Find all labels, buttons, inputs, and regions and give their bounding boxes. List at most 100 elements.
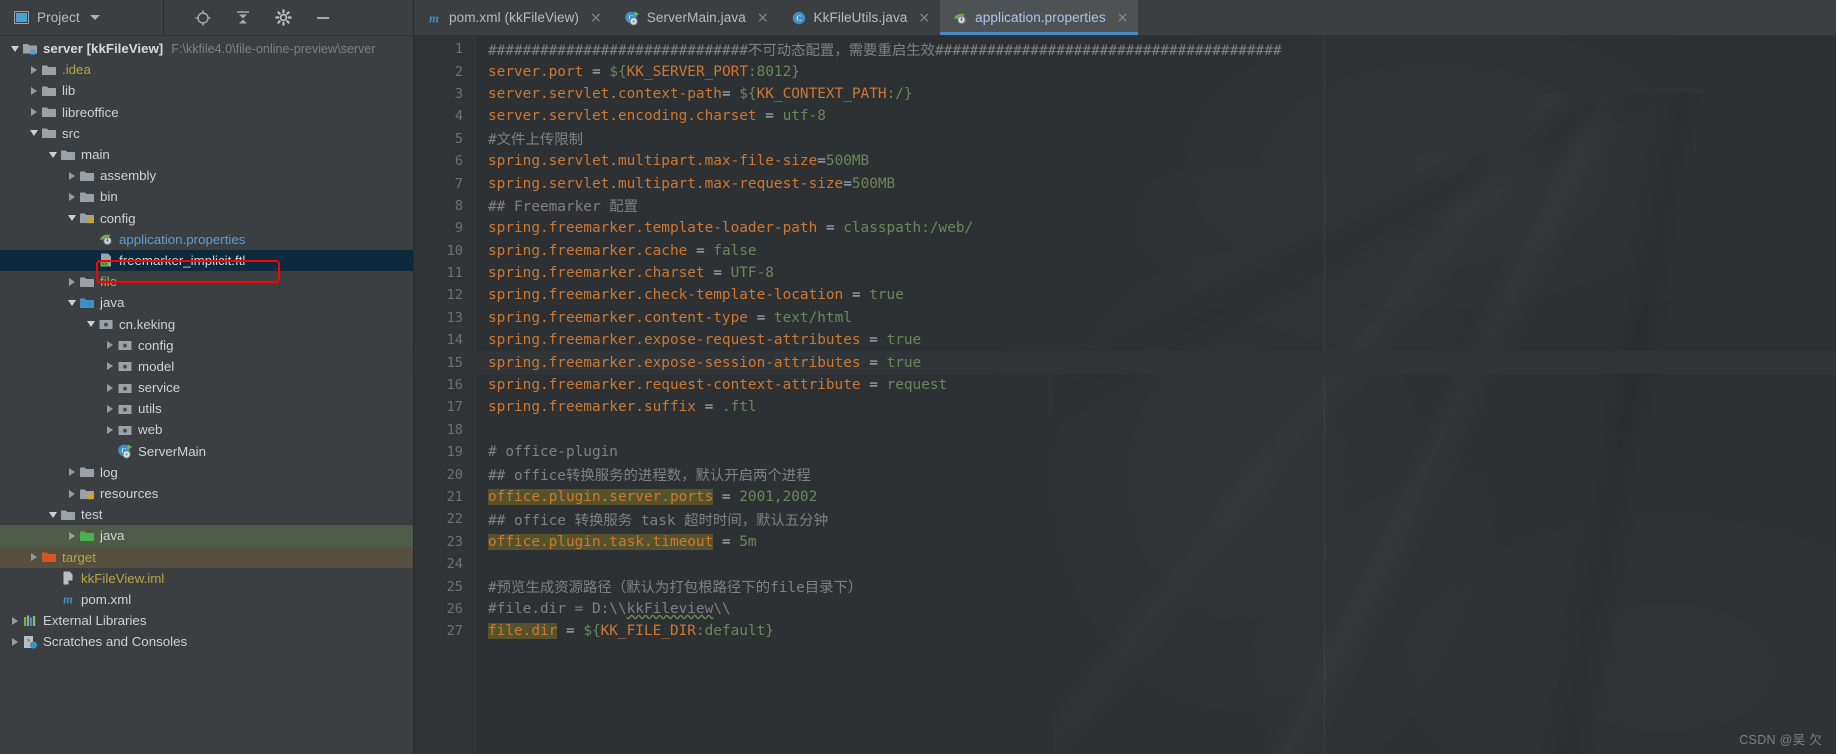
editor-tab[interactable]: C KkFileUtils.java × bbox=[778, 0, 941, 35]
tree-node[interactable]: config bbox=[0, 208, 413, 229]
code-line[interactable]: 14 spring.freemarker.expose-request-attri… bbox=[414, 329, 1836, 351]
tree-node[interactable]: assembly bbox=[0, 165, 413, 186]
tree-node[interactable]: cn.keking bbox=[0, 313, 413, 334]
tree-node[interactable]: src bbox=[0, 123, 413, 144]
chevron-down-icon[interactable] bbox=[27, 130, 40, 137]
tree-node[interactable]: resources bbox=[0, 483, 413, 504]
code-line[interactable]: 8 ## Freemarker 配置 bbox=[414, 195, 1836, 217]
code-line[interactable]: 18 bbox=[414, 419, 1836, 441]
tree-node[interactable]: libreoffice bbox=[0, 102, 413, 123]
code-content[interactable]: 1 ##############################不可动态配置，需要… bbox=[414, 36, 1836, 643]
tree-node[interactable]: External Libraries bbox=[0, 610, 413, 631]
tree-node[interactable]: application.properties bbox=[0, 229, 413, 250]
chevron-right-icon[interactable] bbox=[27, 108, 40, 117]
chevron-right-icon[interactable] bbox=[65, 277, 78, 286]
tree-node[interactable]: main bbox=[0, 144, 413, 165]
chevron-down-icon[interactable] bbox=[65, 299, 78, 306]
chevron-right-icon[interactable] bbox=[103, 341, 116, 350]
tree-node[interactable]: java bbox=[0, 525, 413, 547]
project-toolwindow-title: Project bbox=[37, 10, 80, 25]
chevron-right-icon[interactable] bbox=[103, 362, 116, 371]
close-icon[interactable]: × bbox=[1117, 11, 1129, 25]
code-line[interactable]: 20 ## office转换服务的进程数，默认开启两个进程 bbox=[414, 463, 1836, 485]
close-icon[interactable]: × bbox=[590, 11, 602, 25]
code-line[interactable]: 9 spring.freemarker.template-loader-path … bbox=[414, 217, 1836, 239]
tree-node[interactable]: utils bbox=[0, 398, 413, 419]
code-line[interactable]: 3 server.servlet.context-path= ${KK_CONTE… bbox=[414, 83, 1836, 105]
chevron-right-icon[interactable] bbox=[27, 553, 40, 562]
code-line[interactable]: 15 spring.freemarker.expose-session-attri… bbox=[414, 351, 1836, 374]
tree-node[interactable]: target bbox=[0, 546, 413, 568]
code-line[interactable]: 26 #file.dir = D:\\kkFileview\\ bbox=[414, 598, 1836, 620]
code-line[interactable]: 25 #预览生成资源路径（默认为打包根路径下的file目录下） bbox=[414, 575, 1836, 597]
code-line[interactable]: 17 spring.freemarker.suffix = .ftl bbox=[414, 396, 1836, 418]
tree-node[interactable]: java bbox=[0, 292, 413, 313]
chevron-down-icon[interactable] bbox=[8, 45, 21, 52]
code-line[interactable]: 22 ## office 转换服务 task 超时时间，默认五分钟 bbox=[414, 508, 1836, 530]
tree-node[interactable]: web bbox=[0, 419, 413, 440]
code-line[interactable]: 6 spring.servlet.multipart.max-file-size=… bbox=[414, 150, 1836, 172]
chevron-right-icon[interactable] bbox=[65, 192, 78, 201]
chevron-down-icon[interactable] bbox=[46, 151, 59, 158]
chevron-right-icon[interactable] bbox=[65, 468, 78, 477]
chevron-right-icon[interactable] bbox=[8, 616, 21, 625]
chevron-right-icon[interactable] bbox=[27, 86, 40, 95]
tree-node[interactable]: file bbox=[0, 271, 413, 292]
code-editor[interactable]: 1 ##############################不可动态配置，需要… bbox=[414, 36, 1836, 754]
code-line[interactable]: 24 bbox=[414, 553, 1836, 575]
chevron-right-icon[interactable] bbox=[65, 531, 78, 540]
tree-node[interactable]: test bbox=[0, 504, 413, 525]
tree-node[interactable]: <> freemarker_implicit.ftl bbox=[0, 249, 413, 272]
project-toolwindow-header[interactable]: Project bbox=[0, 0, 164, 35]
tree-node[interactable]: config bbox=[0, 335, 413, 356]
code-line[interactable]: 11 spring.freemarker.charset = UTF-8 bbox=[414, 262, 1836, 284]
close-icon[interactable]: × bbox=[757, 11, 769, 25]
tree-node[interactable]: .idea bbox=[0, 59, 413, 80]
code-line[interactable]: 16 spring.freemarker.request-context-attr… bbox=[414, 374, 1836, 396]
project-tree[interactable]: server [kkFileView] F:\kkfile4.0\file-onl… bbox=[0, 36, 414, 754]
editor-tab[interactable]: application.properties × bbox=[940, 0, 1139, 35]
code-line[interactable]: 1 ##############################不可动态配置，需要… bbox=[414, 38, 1836, 60]
tree-node[interactable]: lib bbox=[0, 80, 413, 101]
chevron-down-icon[interactable] bbox=[89, 15, 100, 20]
chevron-right-icon[interactable] bbox=[8, 637, 21, 646]
code-line[interactable]: 23 office.plugin.task.timeout = 5m bbox=[414, 531, 1836, 553]
code-line[interactable]: 2 server.port = ${KK_SERVER_PORT:8012} bbox=[414, 60, 1836, 82]
chevron-down-icon[interactable] bbox=[84, 321, 97, 328]
chevron-down-icon[interactable] bbox=[46, 511, 59, 518]
tree-node[interactable]: C ServerMain bbox=[0, 441, 413, 462]
chevron-right-icon[interactable] bbox=[65, 171, 78, 180]
code-line[interactable]: 21 office.plugin.server.ports = 2001,2002 bbox=[414, 486, 1836, 508]
tree-node[interactable]: model bbox=[0, 356, 413, 377]
editor-tab[interactable]: m pom.xml (kkFileView) × bbox=[414, 0, 612, 35]
code-line[interactable]: 27 file.dir = ${KK_FILE_DIR:default} bbox=[414, 620, 1836, 642]
chevron-right-icon[interactable] bbox=[103, 425, 116, 434]
chevron-right-icon[interactable] bbox=[103, 404, 116, 413]
code-line[interactable]: 5 #文件上传限制 bbox=[414, 128, 1836, 150]
code-line[interactable]: 19 # office-plugin bbox=[414, 441, 1836, 463]
chevron-right-icon[interactable] bbox=[27, 65, 40, 74]
tree-node[interactable]: log bbox=[0, 462, 413, 483]
tree-node[interactable]: service bbox=[0, 377, 413, 398]
tree-node[interactable]: >_ Scratches and Consoles bbox=[0, 631, 413, 652]
chevron-right-icon[interactable] bbox=[103, 383, 116, 392]
code-line[interactable]: 4 server.servlet.encoding.charset = utf-8 bbox=[414, 105, 1836, 127]
code-line[interactable]: 7 spring.servlet.multipart.max-request-si… bbox=[414, 172, 1836, 194]
code-line-text: ## office转换服务的进程数，默认开启两个进程 bbox=[476, 464, 811, 485]
tree-node[interactable]: m pom.xml bbox=[0, 589, 413, 610]
folder-icon bbox=[42, 65, 56, 75]
close-icon[interactable]: × bbox=[918, 11, 930, 25]
editor-tab[interactable]: C ServerMain.java × bbox=[611, 0, 779, 35]
code-line[interactable]: 12 spring.freemarker.check-template-locat… bbox=[414, 284, 1836, 306]
tree-node[interactable]: kkFileView.iml bbox=[0, 568, 413, 589]
code-line[interactable]: 13 spring.freemarker.content-type = text/… bbox=[414, 307, 1836, 329]
minimize-icon[interactable] bbox=[314, 9, 332, 27]
code-line[interactable]: 10 spring.freemarker.cache = false bbox=[414, 240, 1836, 262]
gear-icon[interactable] bbox=[274, 9, 292, 27]
chevron-right-icon[interactable] bbox=[65, 489, 78, 498]
tree-node[interactable]: bin bbox=[0, 186, 413, 207]
locate-target-icon[interactable] bbox=[194, 9, 212, 27]
tree-node[interactable]: server [kkFileView] F:\kkfile4.0\file-onl… bbox=[0, 38, 413, 59]
chevron-down-icon[interactable] bbox=[65, 215, 78, 222]
collapse-all-icon[interactable] bbox=[234, 9, 252, 27]
